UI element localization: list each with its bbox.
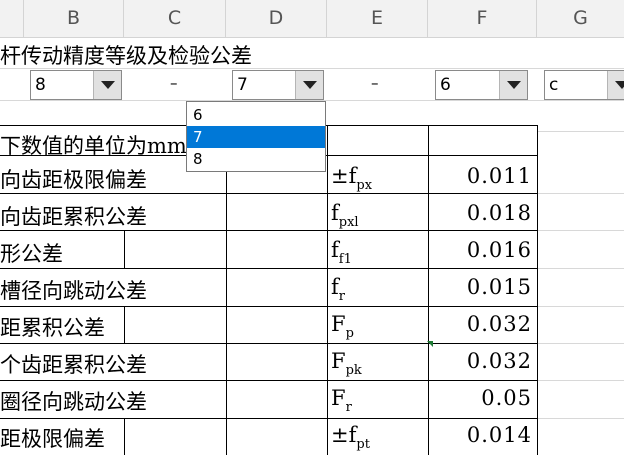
fit-selector[interactable]: c	[544, 70, 624, 100]
table-border	[124, 306, 125, 343]
value-cell[interactable]: 0.018	[428, 201, 532, 225]
column-header-d[interactable]: D	[226, 0, 327, 37]
table-border	[0, 306, 537, 307]
value-cell[interactable]: 0.014	[428, 423, 532, 447]
dropdown-arrow-icon[interactable]	[295, 71, 323, 99]
table-border	[0, 418, 537, 419]
dropdown-option-selected[interactable]: 7	[187, 126, 325, 148]
column-header-bar: B C D E F G	[0, 0, 624, 38]
gridline	[537, 193, 624, 194]
grade-selector-2[interactable]: 7	[232, 70, 324, 100]
unit-note[interactable]: 下数值的单位为mm	[0, 130, 187, 160]
table-border	[124, 230, 125, 268]
column-header-f[interactable]: F	[428, 0, 537, 37]
gridline	[537, 131, 624, 132]
separator-dash: –	[170, 74, 178, 92]
gridline	[537, 418, 624, 419]
symbol-cell[interactable]: Fpk	[331, 349, 362, 378]
gridline	[537, 380, 624, 381]
symbol-cell[interactable]: Fr	[331, 386, 352, 415]
row-label[interactable]: 向齿距累积公差	[0, 201, 147, 231]
gridline	[537, 343, 624, 344]
cell-comment-indicator-icon	[427, 341, 433, 347]
symbol-cell[interactable]: fpxl	[331, 201, 359, 230]
gridline	[537, 268, 624, 269]
grade-selector-3-value: 6	[440, 75, 451, 95]
separator-dash: –	[371, 74, 379, 92]
value-cell[interactable]: 0.032	[428, 312, 532, 336]
row-label[interactable]: 形公差	[0, 238, 63, 268]
symbol-cell[interactable]: ff1	[331, 238, 352, 267]
value-cell[interactable]: 0.05	[428, 386, 532, 410]
value-cell[interactable]: 0.032	[428, 349, 532, 373]
table-border	[0, 268, 537, 269]
column-header-g[interactable]: G	[537, 0, 624, 37]
table-border	[124, 418, 125, 455]
gridline	[537, 306, 624, 307]
table-border	[0, 343, 537, 344]
symbol-cell[interactable]: ±fpt	[331, 423, 370, 452]
table-border	[226, 155, 227, 455]
value-cell[interactable]: 0.011	[428, 164, 532, 188]
fit-selector-value: c	[549, 75, 559, 95]
dropdown-arrow-icon[interactable]	[607, 71, 624, 99]
dropdown-option[interactable]: 6	[187, 104, 325, 126]
sheet-title[interactable]: 杆传动精度等级及检验公差	[0, 40, 252, 70]
symbol-cell[interactable]: fr	[331, 275, 345, 304]
row-header-corner[interactable]	[0, 0, 24, 37]
column-header-c[interactable]: C	[124, 0, 226, 37]
dropdown-arrow-icon[interactable]	[499, 71, 527, 99]
grade-dropdown-list[interactable]: 6 7 8	[186, 101, 326, 172]
row-label[interactable]: 个齿距累积公差	[0, 349, 147, 379]
table-border	[0, 380, 537, 381]
row-label[interactable]: 槽径向跳动公差	[0, 275, 147, 305]
row-label[interactable]: 距累积公差	[0, 312, 105, 342]
grade-selector-3[interactable]: 6	[435, 70, 528, 100]
value-cell[interactable]: 0.016	[428, 238, 532, 262]
row-label[interactable]: 圈径向跳动公差	[0, 386, 147, 416]
grade-selector-1[interactable]: 8	[30, 70, 122, 100]
grade-selector-1-value: 8	[35, 75, 46, 95]
dropdown-option[interactable]: 8	[187, 148, 325, 170]
dropdown-arrow-icon[interactable]	[93, 71, 121, 99]
column-header-e[interactable]: E	[327, 0, 428, 37]
symbol-cell[interactable]: Fp	[331, 312, 354, 341]
row-label[interactable]: 距极限偏差	[0, 423, 105, 453]
table-border	[327, 125, 328, 455]
grade-selector-2-value: 7	[237, 75, 248, 95]
table-border	[537, 125, 538, 455]
row-label[interactable]: 向齿距极限偏差	[0, 164, 147, 194]
value-cell[interactable]: 0.015	[428, 275, 532, 299]
symbol-cell[interactable]: ±fpx	[331, 164, 372, 193]
column-header-b[interactable]: B	[24, 0, 124, 37]
gridline	[537, 230, 624, 231]
